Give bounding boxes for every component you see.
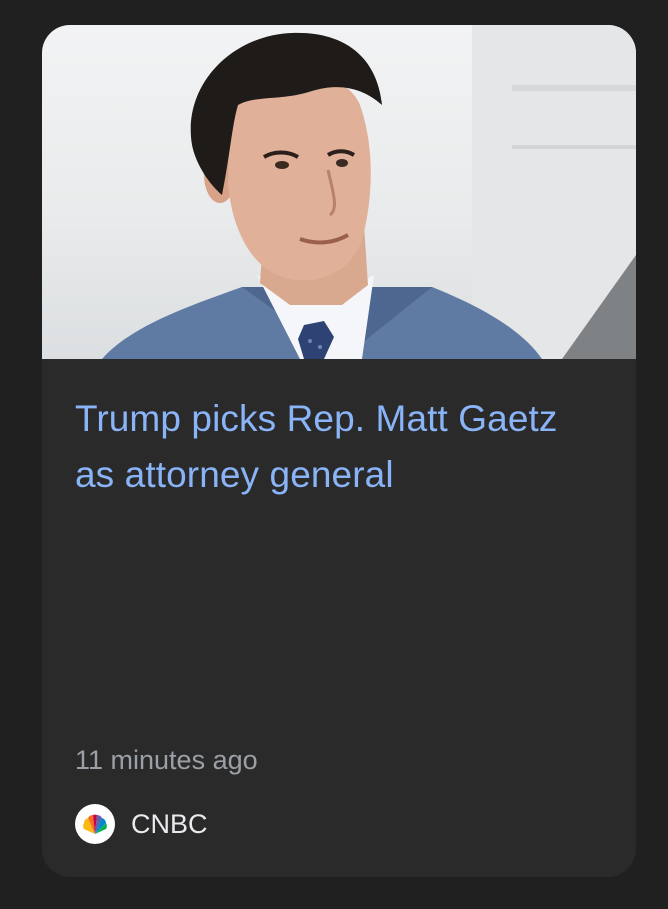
portrait-image: [102, 25, 636, 359]
source-attribution: CNBC: [75, 803, 208, 845]
article-thumbnail[interactable]: [42, 25, 636, 359]
cnbc-peacock-icon: [75, 804, 115, 844]
source-name: CNBC: [131, 809, 208, 839]
article-headline[interactable]: Trump picks Rep. Matt Gaetz as attorney …: [75, 391, 595, 503]
news-card[interactable]: Trump picks Rep. Matt Gaetz as attorney …: [42, 25, 636, 877]
published-time: 11 minutes ago: [75, 745, 258, 775]
